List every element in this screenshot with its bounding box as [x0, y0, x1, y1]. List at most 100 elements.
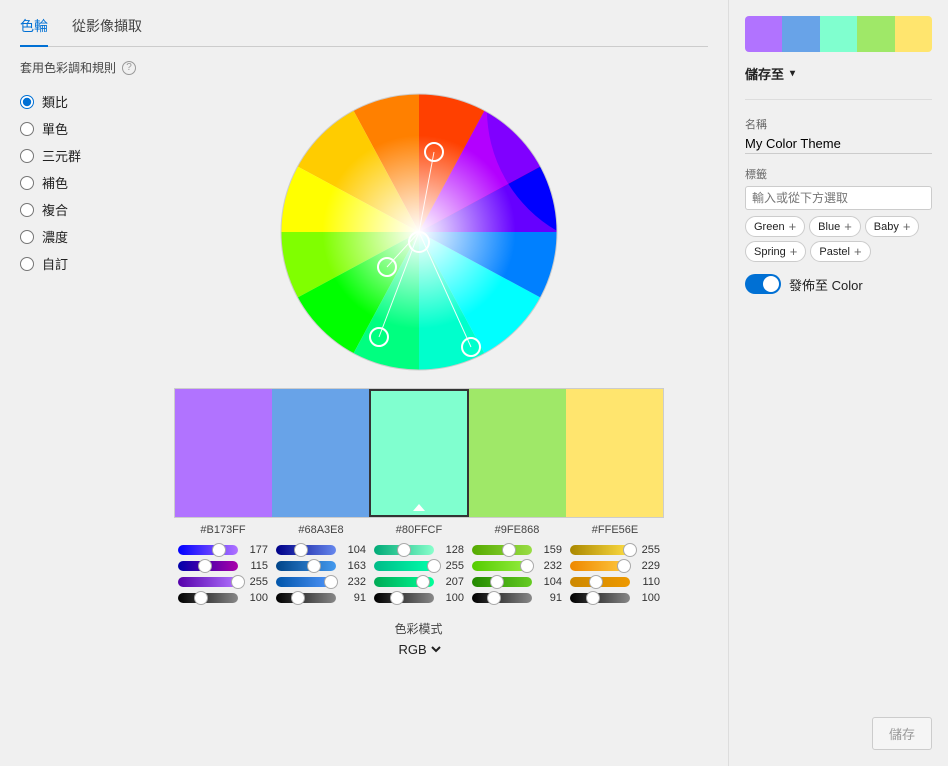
slider-track-g1[interactable] [276, 561, 336, 571]
tag-pastel[interactable]: Pastel + [810, 241, 870, 262]
name-label: 名稱 [745, 116, 932, 132]
color-swatches [174, 388, 664, 518]
hex-4: #FFE56E [566, 524, 664, 536]
swatch-0[interactable] [175, 389, 272, 517]
val-r4: 255 [634, 544, 660, 556]
tag-spring-plus: + [790, 244, 798, 259]
preview-swatch-4 [895, 16, 932, 52]
tag-green-label: Green [754, 221, 785, 233]
rule-complement[interactable]: 補色 [20, 173, 110, 192]
preview-swatch-3 [857, 16, 894, 52]
val-g2: 255 [438, 560, 464, 572]
section-label: 套用色彩調和規則 ? [20, 59, 708, 76]
slider-track-r4[interactable] [570, 545, 630, 555]
slider-col-0: 177 115 255 [174, 544, 272, 604]
rule-options: 類比 單色 三元群 補色 複合 [20, 92, 110, 658]
color-wheel-wrapper[interactable] [279, 92, 559, 372]
tag-green-plus: + [789, 219, 797, 234]
slider-track-g2[interactable] [374, 561, 434, 571]
val-b3: 104 [536, 576, 562, 588]
tag-baby[interactable]: Baby + [865, 216, 920, 237]
color-mode-label: 色彩模式 [395, 620, 444, 637]
tab-from-image[interactable]: 從影像擷取 [72, 16, 142, 42]
slider-track-r1[interactable] [276, 545, 336, 555]
slider-track-a0[interactable] [178, 593, 238, 603]
tag-chips: Green + Blue + Baby + Spring + Pastel + [745, 216, 932, 262]
color-wheel-area: #B173FF #68A3E8 #80FFCF #9FE868 #FFE56E [130, 92, 708, 658]
tag-blue[interactable]: Blue + [809, 216, 861, 237]
name-input[interactable] [745, 134, 932, 154]
slider-track-a3[interactable] [472, 593, 532, 603]
hex-0: #B173FF [174, 524, 272, 536]
tag-blue-label: Blue [818, 221, 840, 233]
publish-label: 發佈至 Color [789, 275, 863, 294]
hex-3: #9FE868 [468, 524, 566, 536]
tag-spring[interactable]: Spring + [745, 241, 806, 262]
slider-track-g0[interactable] [178, 561, 238, 571]
slider-col-1: 104 163 232 [272, 544, 370, 604]
val-a0: 100 [242, 592, 268, 604]
slider-track-a4[interactable] [570, 593, 630, 603]
hex-labels: #B173FF #68A3E8 #80FFCF #9FE868 #FFE56E [174, 524, 664, 536]
slider-track-a1[interactable] [276, 593, 336, 603]
val-g3: 232 [536, 560, 562, 572]
preview-swatch-1 [782, 16, 819, 52]
hex-2: #80FFCF [370, 524, 468, 536]
tab-color-wheel[interactable]: 色輪 [20, 16, 48, 47]
publish-toggle[interactable] [745, 274, 781, 294]
slider-track-g4[interactable] [570, 561, 630, 571]
preview-swatch-0 [745, 16, 782, 52]
save-to-row[interactable]: 儲存至 ▾ [745, 64, 932, 83]
swatch-2[interactable] [369, 389, 470, 517]
tag-spring-label: Spring [754, 246, 786, 258]
sliders-grid: 177 115 255 [174, 544, 664, 604]
tabs-bar: 色輪 從影像擷取 [20, 16, 708, 47]
rule-analogous[interactable]: 類比 [20, 92, 110, 111]
slider-track-a2[interactable] [374, 593, 434, 603]
tag-pastel-plus: + [854, 244, 862, 259]
rule-triad[interactable]: 三元群 [20, 146, 110, 165]
rule-shade[interactable]: 濃度 [20, 227, 110, 246]
toggle-knob [763, 276, 779, 292]
slider-track-r2[interactable] [374, 545, 434, 555]
tags-label: 標籤 [745, 166, 932, 182]
rule-compound[interactable]: 複合 [20, 200, 110, 219]
rule-mono[interactable]: 單色 [20, 119, 110, 138]
rule-custom[interactable]: 自訂 [20, 254, 110, 273]
val-a1: 91 [340, 592, 366, 604]
save-button[interactable]: 儲存 [872, 717, 932, 750]
tags-input[interactable] [745, 186, 932, 210]
slider-col-3: 159 232 104 [468, 544, 566, 604]
val-r1: 104 [340, 544, 366, 556]
slider-track-b3[interactable] [472, 577, 532, 587]
swatch-4[interactable] [566, 389, 663, 517]
val-r2: 128 [438, 544, 464, 556]
val-b4: 110 [634, 576, 660, 588]
slider-track-b1[interactable] [276, 577, 336, 587]
slider-track-g3[interactable] [472, 561, 532, 571]
tag-baby-plus: + [903, 219, 911, 234]
slider-col-2: 128 255 207 [370, 544, 468, 604]
swatch-1[interactable] [272, 389, 369, 517]
slider-track-b2[interactable] [374, 577, 434, 587]
tag-green[interactable]: Green + [745, 216, 805, 237]
publish-row: 發佈至 Color [745, 274, 932, 294]
val-g1: 163 [340, 560, 366, 572]
name-field-group: 名稱 [745, 116, 932, 154]
color-mode-select[interactable]: RGB HSB Lab [395, 641, 444, 658]
val-r0: 177 [242, 544, 268, 556]
slider-track-r3[interactable] [472, 545, 532, 555]
val-a3: 91 [536, 592, 562, 604]
right-panel: 儲存至 ▾ 名稱 標籤 Green + Blue + Baby + Spring [728, 0, 948, 766]
slider-track-b4[interactable] [570, 577, 630, 587]
hex-1: #68A3E8 [272, 524, 370, 536]
theme-preview [745, 16, 932, 52]
slider-track-r0[interactable] [178, 545, 238, 555]
slider-track-b0[interactable] [178, 577, 238, 587]
val-g4: 229 [634, 560, 660, 572]
help-icon[interactable]: ? [122, 61, 136, 75]
val-a2: 100 [438, 592, 464, 604]
color-wheel-svg[interactable] [279, 92, 559, 372]
slider-r-0: 177 [178, 544, 268, 556]
swatch-3[interactable] [469, 389, 566, 517]
